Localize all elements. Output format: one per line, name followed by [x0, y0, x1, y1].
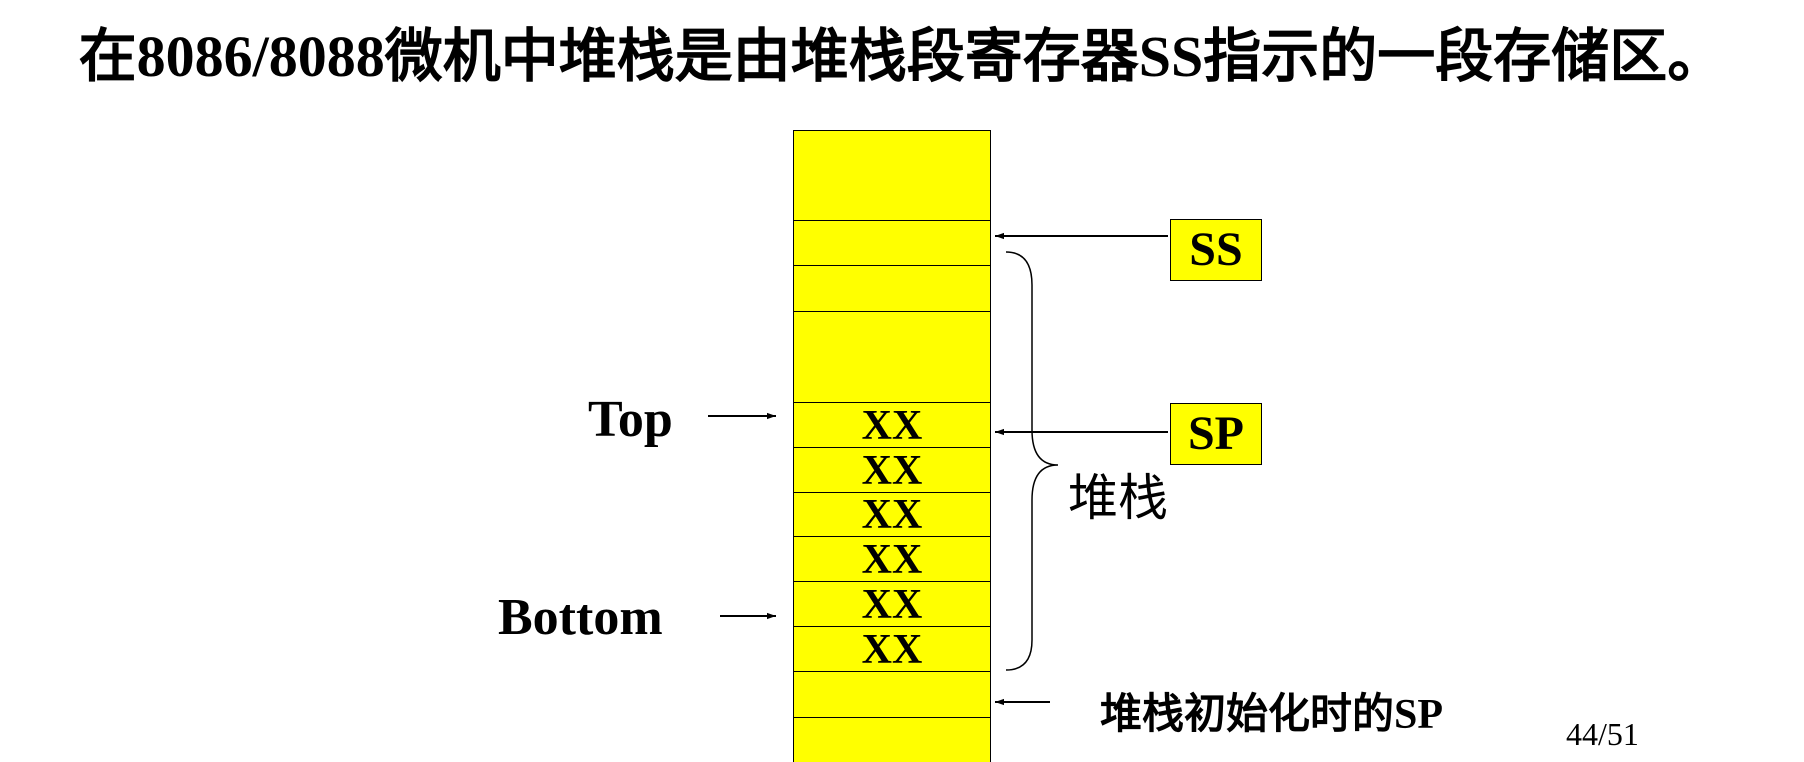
sp-register-box: SP: [1170, 403, 1262, 465]
top-label: Top: [588, 391, 673, 448]
page-number: 44/51: [1566, 716, 1639, 752]
stack-name-label: 堆栈: [1068, 470, 1168, 526]
arrows-and-brace: [708, 232, 1168, 706]
initial-sp-label: 堆栈初始化时的SP: [1100, 692, 1444, 738]
stack-brace: [1005, 251, 1059, 671]
ss-register-box: SS: [1170, 219, 1262, 281]
bottom-label: Bottom: [498, 589, 663, 646]
